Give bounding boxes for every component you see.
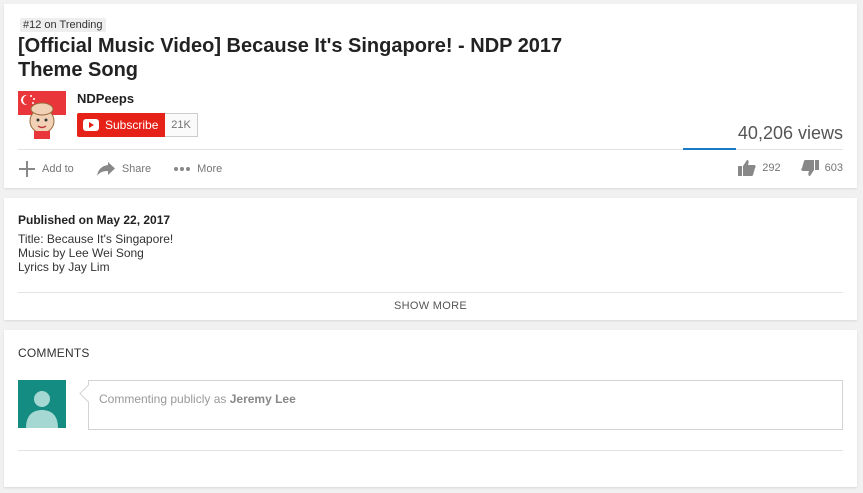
action-bar: Add to Share More (18, 160, 244, 178)
user-avatar (18, 380, 66, 428)
divider (18, 292, 843, 293)
description-line: Lyrics by Jay Lim (18, 260, 110, 274)
youtube-play-icon (83, 119, 99, 131)
channel-avatar[interactable] (18, 91, 66, 139)
channel-name[interactable]: NDPeeps (77, 91, 134, 106)
more-dots-icon (174, 167, 191, 171)
dislike-button[interactable]: 603 (800, 160, 843, 176)
divider (18, 450, 843, 451)
comment-input[interactable]: Commenting publicly as Jeremy Lee (88, 380, 843, 430)
share-icon (96, 162, 115, 176)
like-ratio-bar (683, 148, 736, 150)
show-more-button[interactable]: SHOW MORE (4, 300, 857, 312)
view-count: 40,206 views (737, 123, 843, 143)
thumbs-down-icon (800, 160, 819, 176)
description-line: Music by Lee Wei Song (18, 246, 144, 260)
video-info-card: #12 on Trending [Official Music Video] B… (4, 4, 857, 188)
trending-badge[interactable]: #12 on Trending (20, 18, 106, 32)
published-date: Published on May 22, 2017 (18, 213, 171, 227)
description-line: Title: Because It's Singapore! (18, 232, 174, 246)
rating-bar: 292 603 (738, 160, 843, 176)
comment-user-name: Jeremy Lee (229, 392, 296, 406)
description-text: Title: Because It's Singapore! Music by … (18, 232, 173, 274)
thumbs-up-icon (738, 160, 756, 176)
more-button[interactable]: More (173, 163, 222, 175)
add-to-label: Add to (42, 163, 74, 175)
like-button[interactable]: 292 (738, 160, 781, 176)
like-count: 292 (762, 162, 781, 174)
plus-icon (19, 161, 35, 177)
comments-header: COMMENTS (18, 346, 90, 360)
comments-card: COMMENTS Commenting publicly as Jeremy L… (4, 330, 857, 487)
subscribe-button[interactable]: Subscribe (77, 113, 165, 137)
subscriber-count: 21K (165, 113, 198, 137)
video-title: [Official Music Video] Because It's Sing… (18, 35, 563, 81)
dislike-count: 603 (824, 162, 843, 174)
share-label: Share (121, 163, 152, 175)
share-button[interactable]: Share (96, 161, 151, 177)
description-card: Published on May 22, 2017 Title: Because… (4, 198, 857, 320)
more-label: More (197, 163, 223, 175)
add-to-button[interactable]: Add to (18, 160, 74, 178)
subscribe-label: Subscribe (105, 118, 159, 132)
comment-placeholder: Commenting publicly as (99, 392, 230, 406)
